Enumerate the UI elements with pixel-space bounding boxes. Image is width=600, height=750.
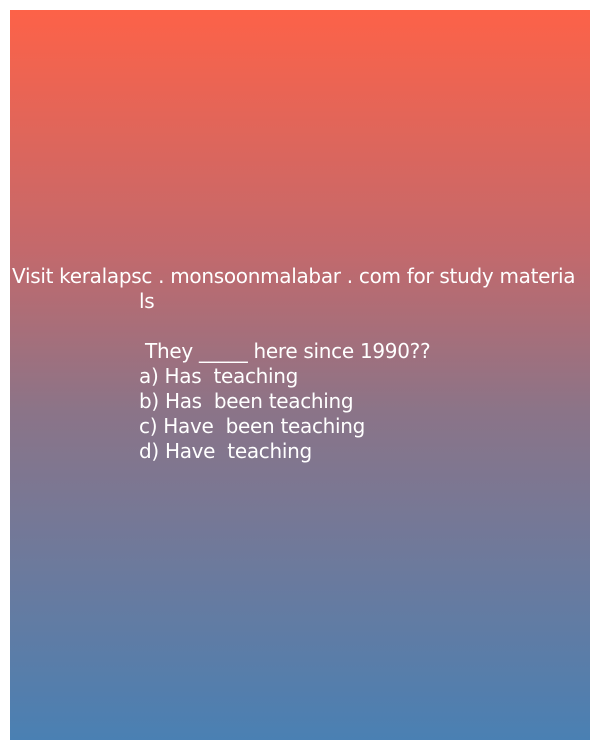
option-d: d) Have teaching — [139, 439, 312, 463]
option-a: a) Has teaching — [139, 364, 299, 388]
promo-text-line-1: Visit keralapsc . monsoonmalabar . com f… — [12, 264, 576, 288]
question-block: Visit keralapsc . monsoonmalabar . com f… — [10, 264, 590, 464]
question-text: They _____ here since 1990?? — [139, 339, 431, 363]
gradient-card: Visit keralapsc . monsoonmalabar . com f… — [10, 10, 590, 740]
option-c: c) Have been teaching — [139, 414, 366, 438]
promo-text-line-2: ls — [139, 289, 155, 313]
option-b: b) Has been teaching — [139, 389, 354, 413]
